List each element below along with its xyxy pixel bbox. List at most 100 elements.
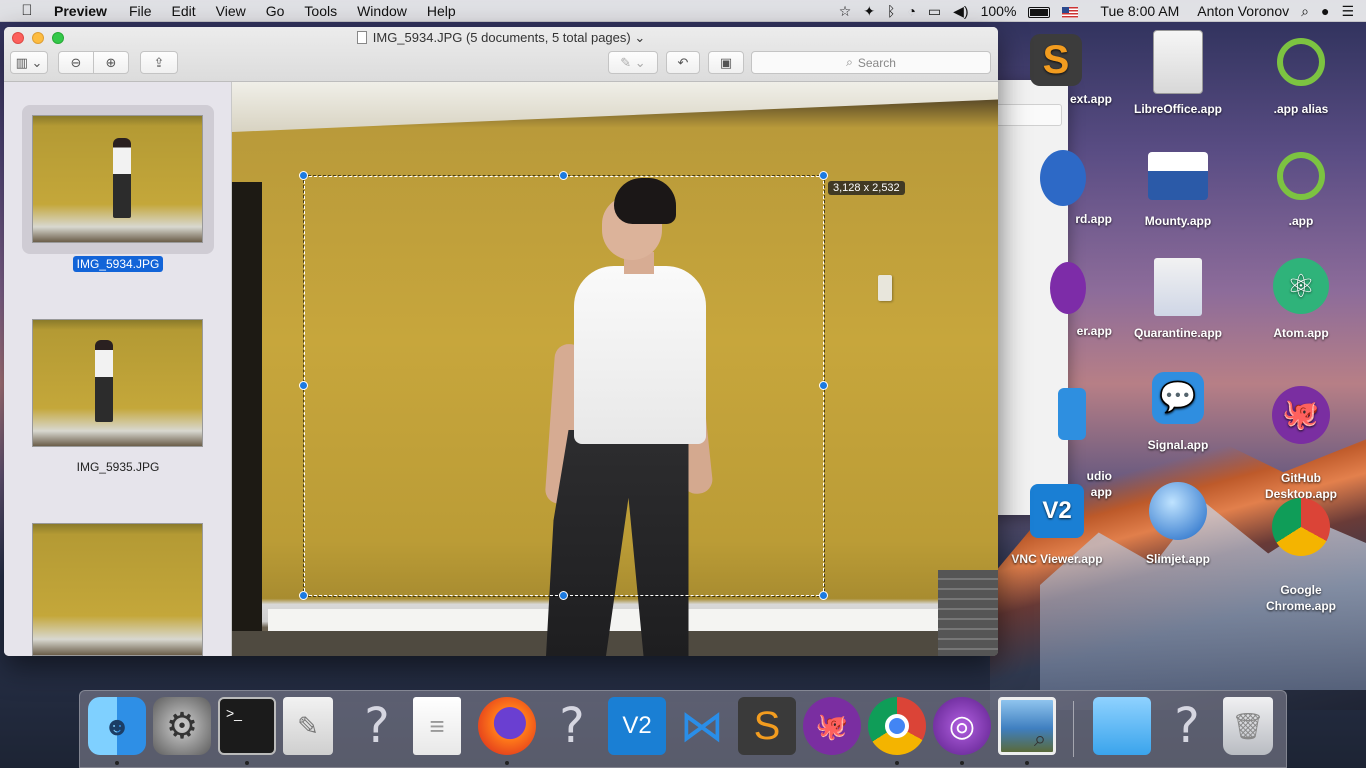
notification-center-icon[interactable]: ☰ (1341, 3, 1354, 20)
airplay-icon[interactable]: ▭ (928, 3, 941, 20)
vnc-icon: V2 (1030, 484, 1084, 538)
menu-window[interactable]: Window (357, 3, 407, 19)
dock-preview[interactable]: ⌕ (998, 697, 1056, 755)
desktop-icon-label: Slimjet.app (1145, 552, 1210, 566)
bluetooth-icon[interactable]: ᛒ (887, 3, 895, 19)
crop-handle-left[interactable] (299, 381, 308, 390)
star-icon[interactable]: ☆ (839, 3, 852, 20)
desktop-icon-vnc-viewer[interactable]: V2 VNC Viewer.app (1002, 484, 1112, 566)
sync-icon[interactable]: ✦ (863, 3, 875, 20)
menu-edit[interactable]: Edit (172, 3, 196, 19)
dock-github-desktop[interactable]: 🐙 (803, 697, 861, 755)
desktop-icon-label: ext.app (1069, 92, 1112, 106)
menu-view[interactable]: View (216, 3, 246, 19)
desktop-icon-signal[interactable]: 💬 Signal.app (1123, 372, 1233, 452)
title-bar[interactable]: IMG_5934.JPG (5 documents, 5 total pages… (4, 27, 998, 82)
thumbnail-img-5935[interactable] (32, 319, 203, 447)
menu-help[interactable]: Help (427, 3, 456, 19)
app-icon (1040, 150, 1086, 206)
preview-window[interactable]: IMG_5934.JPG (5 documents, 5 total pages… (4, 27, 998, 656)
apple-menu-icon[interactable]:  (18, 2, 36, 19)
menu-go[interactable]: Go (266, 3, 285, 19)
dock-tor-browser[interactable]: ◎ (933, 697, 991, 755)
thumbnail-label[interactable]: IMG_5934.JPG (4, 256, 232, 272)
script-editor-icon: ✎ (297, 710, 319, 741)
crop-handle-top[interactable] (559, 171, 568, 180)
desktop-icon-atom[interactable]: ⚛ Atom.app (1246, 258, 1356, 340)
search-input[interactable]: ⌕ Search (751, 51, 991, 74)
zoom-in-button[interactable]: ⊕ (93, 51, 129, 74)
wifi-icon[interactable]: ◔ (907, 3, 915, 19)
desktop-icon-slimjet[interactable]: Slimjet.app (1123, 482, 1233, 566)
question-mark-icon: ? (1174, 698, 1200, 754)
thumbnail-person (95, 340, 113, 422)
input-source-flag-icon[interactable] (1062, 3, 1079, 19)
desktop-icon-quarantine[interactable]: Quarantine.app (1123, 258, 1233, 340)
crop-handle-top-right[interactable] (819, 171, 828, 180)
desktop-icon-sublime-text[interactable]: S ext.app (1002, 34, 1112, 106)
dock-vnc-viewer[interactable]: V2 (608, 697, 666, 755)
thumbnail-img-5934[interactable] (32, 115, 203, 243)
dock-terminal[interactable]: >_ (218, 697, 276, 755)
desktop-icon-mounty[interactable]: Mounty.app (1123, 152, 1233, 228)
desktop-icon-partial-2[interactable]: er.app (1002, 262, 1112, 338)
crop-size-label: 3,128 x 2,532 (828, 181, 905, 195)
zoom-out-button[interactable]: ⊖ (58, 51, 94, 74)
menu-app[interactable]: Preview (54, 3, 107, 19)
battery-icon[interactable] (1028, 3, 1051, 19)
battery-percent[interactable]: 100% (981, 3, 1017, 19)
dock-sublime-text[interactable]: S (738, 697, 796, 755)
dock-script-editor[interactable]: ✎ (283, 697, 333, 755)
background-window-field[interactable] (996, 104, 1062, 126)
crop-handle-bottom-left[interactable] (299, 591, 308, 600)
markup-pen-button[interactable]: ✎ ⌄ (608, 51, 658, 74)
dock-unknown-app[interactable]: ? (543, 697, 601, 755)
toolbox-icon: ▣ (719, 54, 733, 70)
desktop-icon-libreoffice[interactable]: LibreOffice.app (1123, 30, 1233, 116)
desktop-icon-app-alias[interactable]: .app alias (1246, 38, 1356, 116)
tor-icon: ◎ (948, 709, 976, 743)
dock-trash[interactable]: 🗑 (1223, 697, 1273, 755)
crop-handle-top-left[interactable] (299, 171, 308, 180)
dock-system-preferences[interactable]: ⚙ (153, 697, 211, 755)
dock-vscode[interactable]: ⋈ (673, 697, 731, 755)
clock[interactable]: Tue 8:00 AM (1100, 3, 1179, 19)
volume-icon[interactable]: ◀) (953, 3, 968, 20)
document-proxy-icon[interactable] (356, 31, 367, 44)
desktop-icon-chrome[interactable]: Google Chrome.app (1246, 482, 1356, 630)
user-name[interactable]: Anton Voronov (1197, 3, 1289, 19)
dock-finder[interactable]: ☻ (88, 697, 146, 755)
crop-handle-bottom[interactable] (559, 591, 568, 600)
dock-chrome[interactable] (868, 697, 926, 755)
desktop-icon-label: Quarantine.app (1133, 326, 1222, 340)
thumbnail-sidebar[interactable]: IMG_5934.JPG IMG_5935.JPG (4, 82, 232, 656)
desktop-icon-app[interactable]: .app (1246, 152, 1356, 228)
image-canvas[interactable]: 3,128 x 2,532 (232, 82, 998, 656)
app-icon (1058, 388, 1086, 440)
crop-selection[interactable] (303, 175, 825, 597)
question-mark-icon: ? (364, 698, 390, 754)
desktop-icon-partial-1[interactable]: rd.app (1002, 150, 1112, 226)
finder-icon: ☻ (103, 710, 131, 741)
crop-handle-right[interactable] (819, 381, 828, 390)
dock-textedit[interactable]: ≡ (413, 697, 461, 755)
sublime-text-icon: S (1030, 34, 1082, 86)
thumbnail-img-3[interactable] (32, 523, 203, 656)
thumbnail-label[interactable]: IMG_5935.JPG (4, 460, 232, 474)
rotate-button[interactable]: ↶ (666, 51, 700, 74)
dock-firefox[interactable] (478, 697, 536, 755)
siri-icon[interactable]: ● (1321, 3, 1329, 19)
window-title-text: IMG_5934.JPG (5 documents, 5 total pages… (372, 30, 631, 45)
share-button[interactable]: ⇪ (140, 51, 178, 74)
chevron-down-icon[interactable]: ⌄ (634, 30, 645, 45)
dock-downloads-folder[interactable] (1093, 697, 1151, 755)
spotlight-icon[interactable]: ⌕ (1301, 3, 1309, 20)
sidebar-toggle-button[interactable]: ▥ ⌄ (10, 51, 48, 74)
crop-handle-bottom-right[interactable] (819, 591, 828, 600)
mounty-icon (1148, 152, 1208, 200)
dock-unknown-app[interactable]: ? (348, 697, 406, 755)
menu-tools[interactable]: Tools (304, 3, 337, 19)
menu-file[interactable]: File (129, 3, 152, 19)
dock-unknown-item[interactable]: ? (1158, 697, 1216, 755)
markup-toolbox-button[interactable]: ▣ (708, 51, 744, 74)
